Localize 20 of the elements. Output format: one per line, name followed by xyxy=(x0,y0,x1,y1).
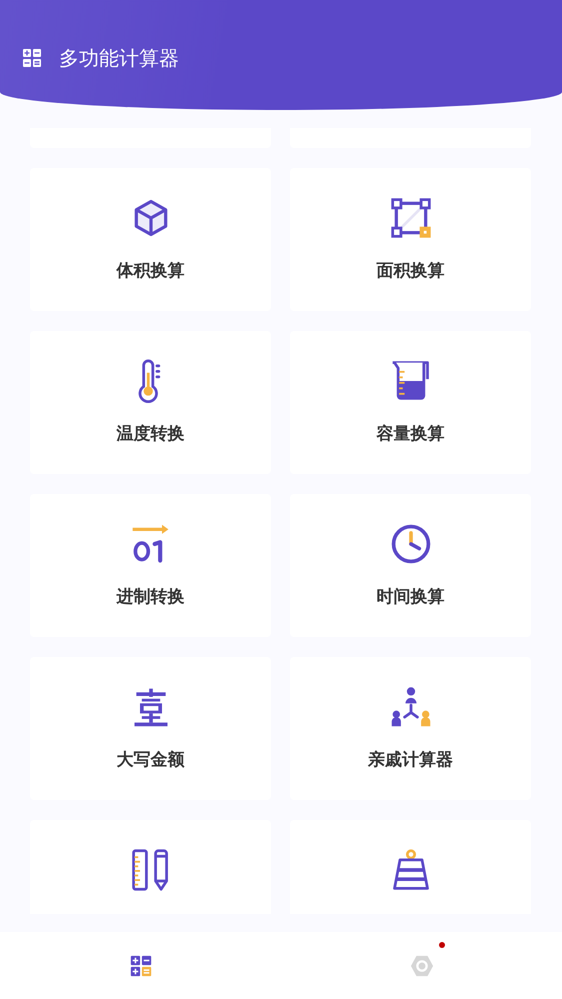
tool-label: 容量换算 xyxy=(376,423,444,445)
square-icon xyxy=(388,196,432,240)
tool-label: 温度转换 xyxy=(116,423,184,445)
tool-label: 大写金额 xyxy=(116,749,184,771)
calculator-tab[interactable] xyxy=(128,954,152,978)
calculator-icon xyxy=(23,49,41,67)
tool-card[interactable]: 体积换算 xyxy=(30,168,271,311)
tool-card[interactable]: 温度转换 xyxy=(30,331,271,474)
tool-card[interactable]: 大写金额 xyxy=(30,657,271,800)
tool-card[interactable]: 进制转换 xyxy=(30,494,271,637)
tool-card[interactable]: 面积换算 xyxy=(290,168,531,311)
tool-card[interactable]: 容量换算 xyxy=(290,331,531,474)
app-title: 多功能计算器 xyxy=(59,46,179,70)
tool-card[interactable]: 时间换算 xyxy=(290,494,531,637)
tool-label: 面积换算 xyxy=(376,260,444,282)
tool-label: 体积换算 xyxy=(116,260,184,282)
tool-label: 进制转换 xyxy=(116,586,184,608)
tool-card[interactable]: 亲戚计算器 xyxy=(290,657,531,800)
tool-label: 亲戚计算器 xyxy=(368,749,453,771)
tool-label: 时间换算 xyxy=(376,586,444,608)
